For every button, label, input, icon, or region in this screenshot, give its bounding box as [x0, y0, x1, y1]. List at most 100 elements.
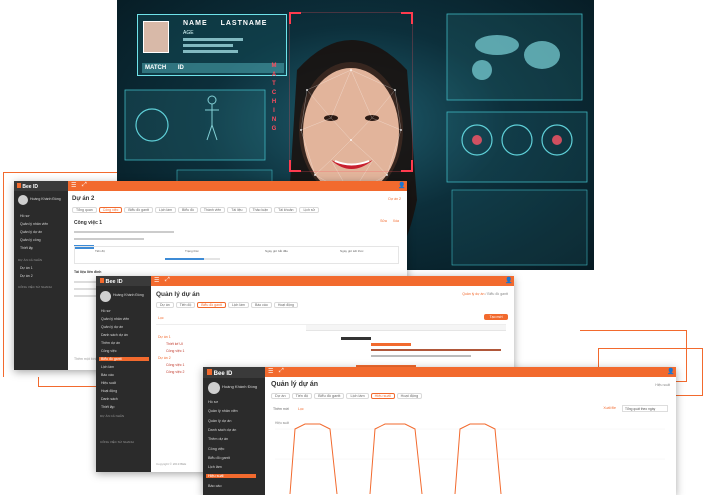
- sidebar-item-profile[interactable]: Hồ sơ: [20, 214, 30, 218]
- sidebar-project-2[interactable]: Dự án 2: [20, 274, 33, 278]
- user-name: Hoàng Khánh Đồng: [30, 197, 61, 201]
- breadcrumb[interactable]: Dự án 2: [388, 197, 401, 201]
- tab-accounts[interactable]: Tài khoản: [274, 207, 298, 213]
- menu-icon[interactable]: ☰: [154, 277, 159, 284]
- add-button[interactable]: Thêm mới: [273, 407, 289, 411]
- frame-corner: [401, 12, 413, 24]
- tab-projects[interactable]: Dự án: [271, 393, 290, 399]
- expand-icon[interactable]: ⤢: [165, 277, 170, 284]
- menu-icon[interactable]: ☰: [268, 368, 273, 375]
- gantt-bar[interactable]: [371, 343, 411, 346]
- logo-bar: Bee ID: [203, 367, 265, 378]
- edit-button[interactable]: Sửa: [380, 219, 387, 223]
- project-tabs: Tổng quan Công việc Biểu đồ gantt Lịch l…: [72, 207, 319, 213]
- tab-projects[interactable]: Dự án: [156, 302, 174, 308]
- sidebar-item[interactable]: Báo cáo: [99, 373, 149, 377]
- menu-icon[interactable]: ☰: [71, 182, 76, 189]
- tab-progress[interactable]: Tiến độ: [175, 302, 196, 308]
- sidebar-item[interactable]: Lịch làm: [99, 365, 149, 369]
- id-match-label: MATCH: [145, 65, 167, 71]
- progress-col-start: Ngày giờ bắt đầu: [265, 249, 288, 253]
- sidebar-item[interactable]: Báo cáo: [206, 484, 256, 488]
- frame-corner: [401, 160, 413, 172]
- sidebar-item[interactable]: Thiết lập: [99, 405, 149, 409]
- sidebar-item-projects[interactable]: Quản lý dự án: [20, 230, 42, 234]
- sidebar-item[interactable]: Danh sách dự án: [206, 428, 256, 432]
- sidebar-item[interactable]: Quản lý nhân viên: [206, 409, 256, 413]
- tab-tasks[interactable]: Công việc: [98, 207, 123, 213]
- new-button[interactable]: Tạo mới: [484, 314, 508, 320]
- gantt-row-label[interactable]: Thiết kế UI: [166, 342, 183, 346]
- sidebar-item[interactable]: Hiệu suất: [206, 474, 256, 479]
- tab-schedule[interactable]: Lịch làm: [346, 393, 369, 399]
- gantt-row-label[interactable]: Công việc 1: [166, 349, 184, 353]
- user-name: Hoàng Khánh Đồng: [222, 384, 258, 389]
- tab-schedule[interactable]: Lịch làm: [154, 207, 177, 213]
- meta-line: [74, 238, 144, 240]
- sidebar-item[interactable]: Thêm dự án: [206, 437, 256, 441]
- gantt-row-label[interactable]: Dự án 1: [158, 335, 171, 339]
- sidebar: Bee ID Hoàng Khánh Đồng Hồ sơ Quản lý nh…: [14, 181, 68, 370]
- tab-activity[interactable]: Hoạt động: [396, 393, 423, 399]
- sidebar-item-employees[interactable]: Quản lý nhân viên: [20, 222, 48, 226]
- sidebar-item[interactable]: Lịch làm: [206, 465, 256, 469]
- gantt-bar[interactable]: [371, 355, 471, 357]
- sidebar-item[interactable]: Thêm dự án: [99, 341, 149, 345]
- tab-reports[interactable]: Báo cáo: [250, 302, 272, 308]
- sidebar-item-attendance[interactable]: Quản lý công: [20, 238, 41, 242]
- tab-progress[interactable]: Tiến độ: [291, 393, 313, 399]
- sidebar-project-1[interactable]: Dự án 1: [20, 266, 33, 270]
- sidebar-item[interactable]: Biểu đồ gantt: [206, 456, 256, 460]
- sidebar-item[interactable]: Quản lý dự án: [206, 419, 256, 423]
- tab-gantt[interactable]: Biểu đồ gantt: [314, 393, 345, 399]
- tab-history[interactable]: Lịch sử: [299, 207, 319, 213]
- bee-logo-icon: [17, 183, 21, 188]
- sidebar-item[interactable]: Danh sách: [99, 397, 149, 401]
- tab-documents[interactable]: Tài liệu: [227, 207, 247, 213]
- avatar[interactable]: [18, 195, 28, 205]
- export-button[interactable]: Xuất file: [603, 406, 616, 410]
- sidebar-item[interactable]: Quản lý dự án: [99, 325, 149, 329]
- avatar[interactable]: [100, 291, 111, 302]
- sidebar-item[interactable]: Hoạt động: [99, 389, 149, 393]
- sidebar-item[interactable]: Hồ sơ: [99, 309, 149, 313]
- user-icon[interactable]: 👤: [505, 278, 512, 284]
- sidebar-section-tasks: CÔNG VIỆC SỬ NHANH: [18, 285, 52, 289]
- sidebar-item[interactable]: Hồ sơ: [206, 400, 256, 404]
- gantt-bar[interactable]: [341, 337, 371, 340]
- avatar[interactable]: [208, 382, 220, 394]
- sidebar-item[interactable]: Hiệu suất: [99, 381, 149, 385]
- tab-schedule[interactable]: Lịch làm: [227, 302, 249, 308]
- expand-icon[interactable]: ⤢: [279, 368, 284, 375]
- tab-charts[interactable]: Biểu đồ: [178, 207, 198, 213]
- tab-members[interactable]: Thành viên: [199, 207, 226, 213]
- gantt-row-label[interactable]: Công việc 1: [166, 363, 184, 367]
- tab-performance[interactable]: Hiệu suất: [370, 393, 395, 399]
- tab-activity[interactable]: Hoạt động: [273, 302, 298, 308]
- id-match-bar: MATCH ID: [142, 63, 284, 73]
- gantt-timeline-header: [306, 325, 506, 331]
- expand-icon[interactable]: ⤢: [82, 182, 87, 189]
- gantt-row-label[interactable]: Dự án 2: [158, 356, 171, 360]
- sidebar-item[interactable]: Công việc: [99, 349, 149, 353]
- tab-discussion[interactable]: Thảo luận: [248, 207, 273, 213]
- performance-chart: [275, 423, 665, 494]
- tab-gantt[interactable]: Biểu đồ gantt: [124, 207, 153, 213]
- filter-button[interactable]: Lọc: [158, 316, 164, 320]
- tab-gantt[interactable]: Biểu đồ gantt: [197, 302, 226, 308]
- gantt-bar[interactable]: [371, 349, 501, 351]
- delete-button[interactable]: Xóa: [393, 219, 399, 223]
- user-icon[interactable]: 👤: [667, 369, 674, 375]
- filter-button[interactable]: Lọc: [298, 407, 304, 411]
- sidebar-item[interactable]: Danh sách dự án: [99, 333, 149, 337]
- sidebar-item[interactable]: Quản lý nhân viên: [99, 317, 149, 321]
- breadcrumb-home[interactable]: Quản lý dự án: [462, 292, 484, 296]
- period-select[interactable]: Tổng quát theo ngày: [622, 405, 668, 412]
- sidebar-item[interactable]: Công việc: [206, 447, 256, 451]
- sidebar-item[interactable]: Biểu đồ gantt: [99, 357, 149, 361]
- user-icon[interactable]: 👤: [398, 183, 405, 189]
- sidebar-item-settings[interactable]: Thiết lập: [20, 246, 33, 250]
- tab-overview[interactable]: Tổng quan: [72, 207, 97, 213]
- gantt-row-label[interactable]: Công việc 2: [166, 370, 184, 374]
- user-name: Hoàng Khánh Đồng: [113, 293, 144, 297]
